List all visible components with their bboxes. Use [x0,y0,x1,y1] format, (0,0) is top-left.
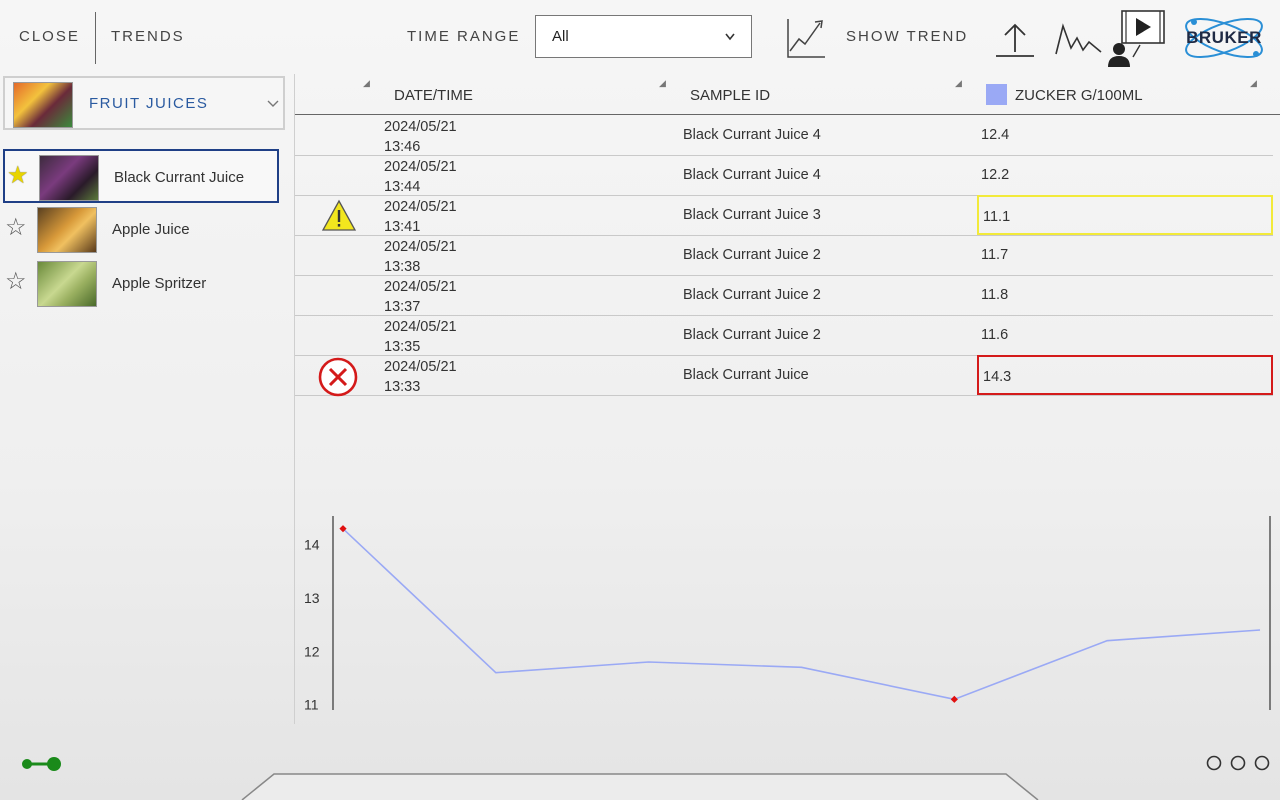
cell-datetime: 2024/05/21 13:44 [384,159,457,195]
cell-sample-id: Black Currant Juice 2 [683,247,821,263]
data-point[interactable] [1258,628,1262,632]
product-thumbnail [37,261,97,307]
time-range-select[interactable]: All [535,15,752,58]
flagged-point[interactable] [950,695,958,703]
warning-icon [321,199,357,231]
trend-chart-icon[interactable] [785,17,827,59]
data-point[interactable] [1105,639,1109,643]
y-tick-label: 13 [304,590,320,606]
video-tutorial-icon[interactable] [1105,9,1167,69]
cell-datetime: 2024/05/21 13:46 [384,119,457,155]
sidebar-item-apple-juice[interactable]: ☆ Apple Juice [3,203,279,257]
table-row[interactable]: 2024/05/21 13:44 Black Currant Juice 4 12… [295,155,1273,196]
y-tick-label: 14 [304,537,320,553]
product-name: Apple Spritzer [112,275,207,292]
spectrum-icon[interactable] [1055,22,1103,56]
sidebar-item-apple-spritzer[interactable]: ☆ Apple Spritzer [3,257,279,311]
cell-datetime: 2024/05/21 13:41 [384,199,457,235]
sort-icon[interactable]: ◢ [363,78,370,89]
time-range-label: TIME RANGE [407,28,521,45]
close-button[interactable]: CLOSE [19,28,80,45]
group-thumbnail [13,82,73,128]
data-point[interactable] [800,665,804,669]
cell-sample-id: Black Currant Juice [683,367,809,383]
cell-sample-id: Black Currant Juice 4 [683,167,821,183]
connection-status-icon[interactable] [20,756,64,772]
toolbar-divider [95,12,96,64]
time-range-value: All [552,28,569,45]
chevron-down-icon [267,100,279,107]
y-tick-label: 12 [304,643,320,659]
column-header-datetime[interactable]: DATE/TIME [394,87,473,104]
table-row[interactable]: 2024/05/21 13:46 Black Currant Juice 4 12… [295,115,1273,156]
table-row[interactable]: 2024/05/21 13:41 Black Currant Juice 3 11… [295,195,1273,236]
export-upload-icon[interactable] [995,22,1035,58]
data-point[interactable] [494,671,498,675]
trend-line [342,528,1261,701]
favorite-star-icon[interactable]: ☆ [5,216,27,240]
favorite-star-icon[interactable]: ★ [7,164,29,188]
cell-sample-id: Black Currant Juice 2 [683,327,821,343]
cell-datetime: 2024/05/21 13:35 [384,319,457,355]
favorite-star-icon[interactable]: ☆ [5,270,27,294]
chevron-down-icon [725,33,735,40]
table-row[interactable]: 2024/05/21 13:33 Black Currant Juice 14.3 [295,355,1273,397]
cell-datetime: 2024/05/21 13:33 [384,359,457,395]
sort-icon[interactable]: ◢ [955,78,962,89]
cell-sample-id: Black Currant Juice 4 [683,127,821,143]
sidebar-item-black-currant-juice[interactable]: ★ Black Currant Juice [3,149,279,203]
table-row[interactable]: 2024/05/21 13:35 Black Currant Juice 2 11… [295,315,1273,356]
product-thumbnail [39,155,99,201]
column-header-sample-id[interactable]: SAMPLE ID [690,87,770,104]
cell-sample-id: Black Currant Juice 2 [683,287,821,303]
bruker-logo: BRUKER [1176,10,1272,66]
brand-text: BRUKER [1186,28,1262,47]
product-name: Apple Juice [112,221,190,238]
cell-value: 12.2 [981,167,1010,183]
y-tick-label: 11 [304,697,319,713]
product-name: Black Currant Juice [114,169,245,186]
cell-value: 11.8 [981,287,1009,303]
error-icon [318,357,358,397]
column-header-value[interactable]: ZUCKER G/100ML [1015,87,1143,104]
product-thumbnail [37,207,97,253]
cell-value: 12.4 [981,127,1010,143]
cell-datetime: 2024/05/21 13:38 [384,239,457,275]
table-row[interactable]: 2024/05/21 13:38 Black Currant Juice 2 11… [295,235,1273,276]
cell-value-error: 14.3 [977,355,1273,395]
show-trend-button[interactable]: SHOW TREND [846,28,968,45]
sort-icon[interactable]: ◢ [659,78,666,89]
data-point[interactable] [647,660,651,664]
trend-chart[interactable]: 11 12 13 14 [300,510,1275,725]
group-title: FRUIT JUICES [89,95,209,112]
page-dots-icon[interactable] [1205,754,1275,772]
page-title: TRENDS [111,28,185,45]
cell-value: 11.7 [981,247,1009,263]
cell-datetime: 2024/05/21 13:37 [384,279,457,315]
table-row[interactable]: 2024/05/21 13:37 Black Currant Juice 2 11… [295,275,1273,316]
cell-value: 11.6 [981,327,1009,343]
series-color-swatch [986,84,1007,105]
bottom-panel-handle[interactable] [240,772,1040,800]
product-group-select[interactable]: FRUIT JUICES [3,76,285,130]
cell-sample-id: Black Currant Juice 3 [683,207,821,223]
cell-value-warning: 11.1 [977,195,1273,235]
sort-icon[interactable]: ◢ [1250,78,1257,89]
